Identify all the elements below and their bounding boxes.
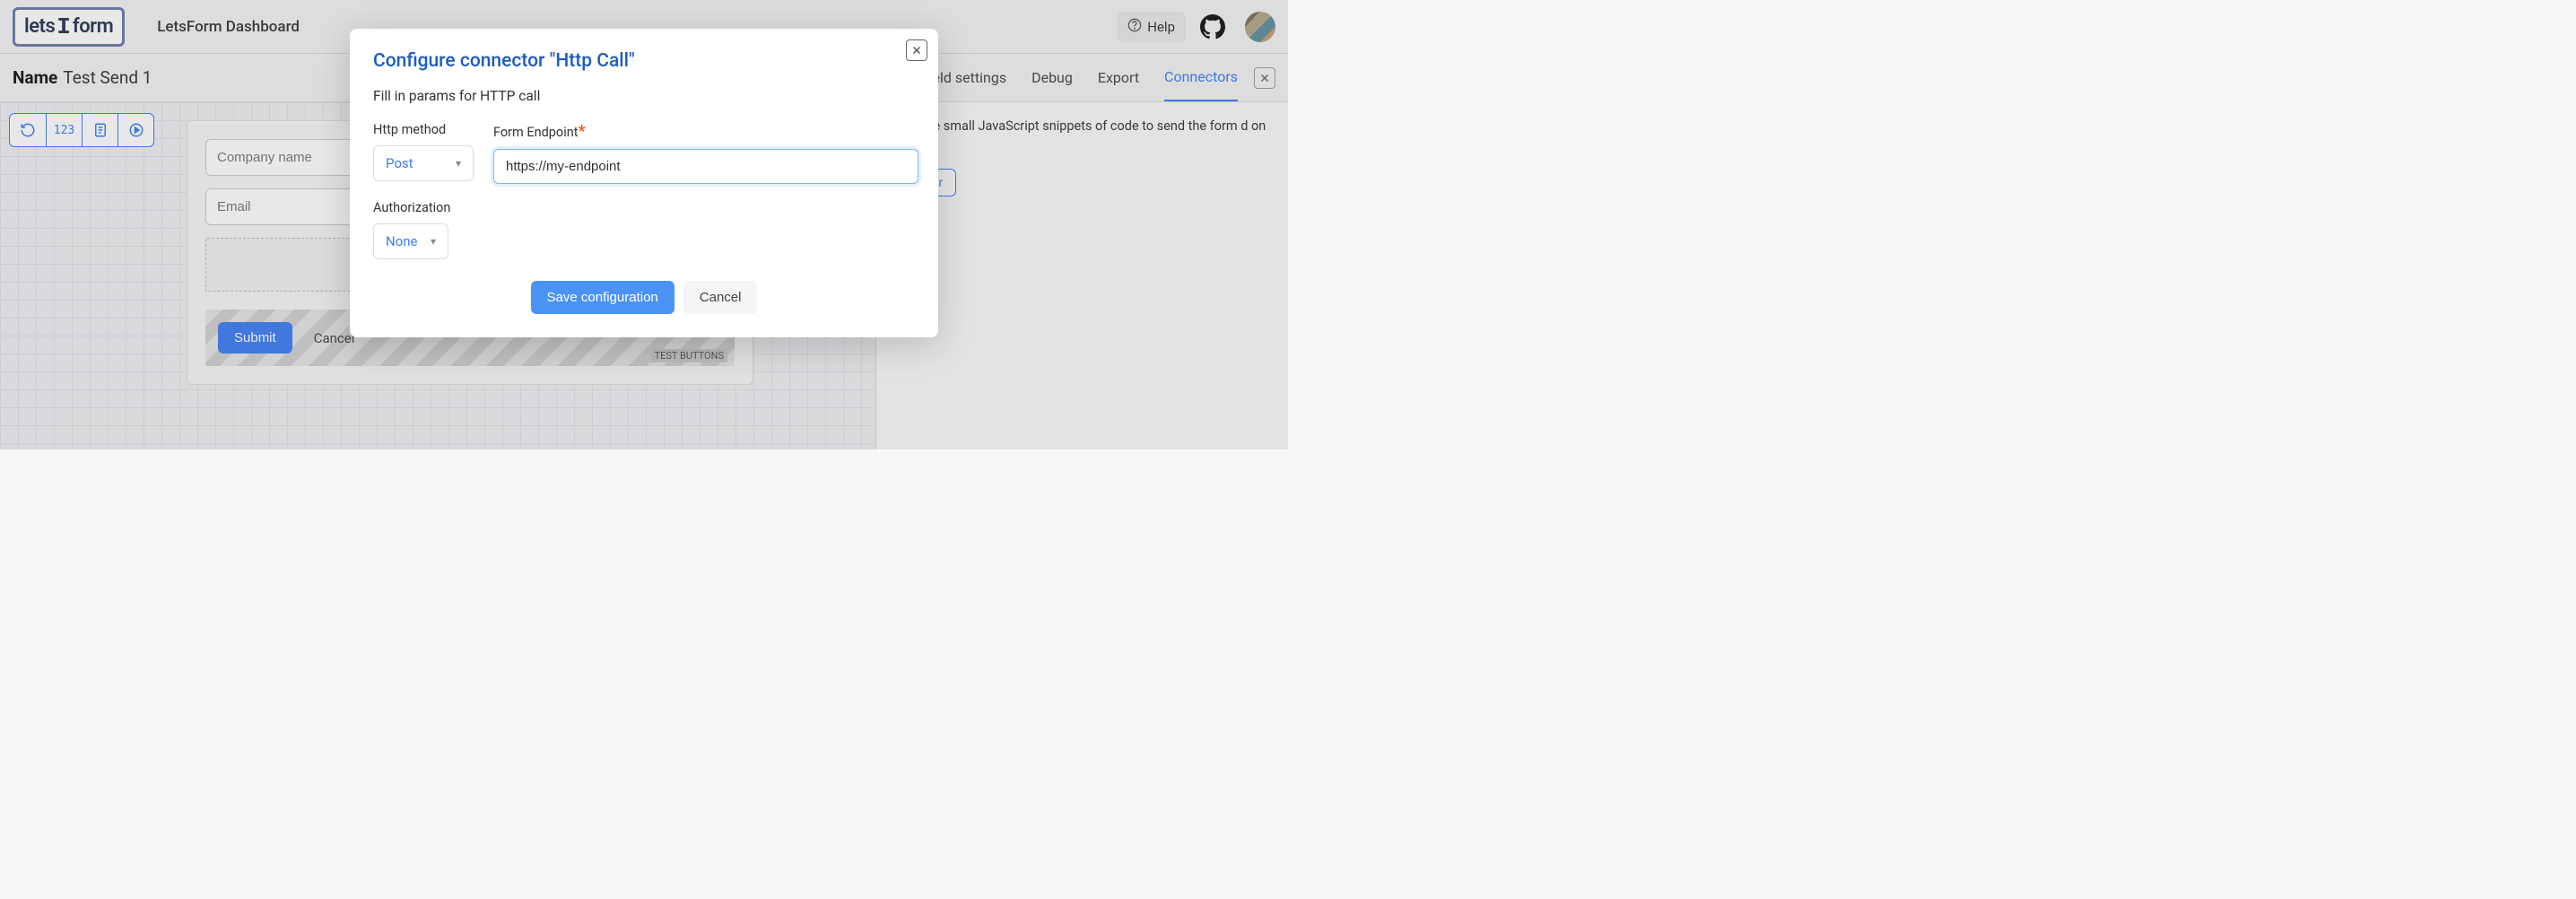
endpoint-input[interactable] — [493, 149, 918, 184]
http-method-label: Http method — [373, 122, 474, 137]
modal-subtitle: Fill in params for HTTP call — [373, 88, 915, 104]
authorization-group: Authorization None ▾ — [373, 200, 915, 259]
http-method-value: Post — [386, 155, 413, 171]
authorization-value: None — [386, 233, 418, 249]
chevron-down-icon: ▾ — [456, 157, 461, 170]
authorization-label: Authorization — [373, 200, 915, 215]
save-configuration-button[interactable]: Save configuration — [531, 281, 674, 314]
authorization-select[interactable]: None ▾ — [373, 223, 448, 259]
required-asterisk-icon: * — [578, 122, 585, 141]
endpoint-group: Form Endpoint* — [493, 122, 918, 184]
http-method-group: Http method Post ▾ — [373, 122, 474, 184]
modal-actions: Save configuration Cancel — [373, 281, 915, 314]
configure-connector-modal: Configure connector "Http Call" Fill in … — [350, 29, 938, 337]
endpoint-label: Form Endpoint* — [493, 122, 918, 141]
http-method-select[interactable]: Post ▾ — [373, 145, 474, 181]
modal-title: Configure connector "Http Call" — [373, 50, 915, 72]
chevron-down-icon: ▾ — [431, 235, 436, 248]
modal-close-button[interactable] — [906, 39, 927, 61]
modal-cancel-button[interactable]: Cancel — [683, 281, 758, 314]
